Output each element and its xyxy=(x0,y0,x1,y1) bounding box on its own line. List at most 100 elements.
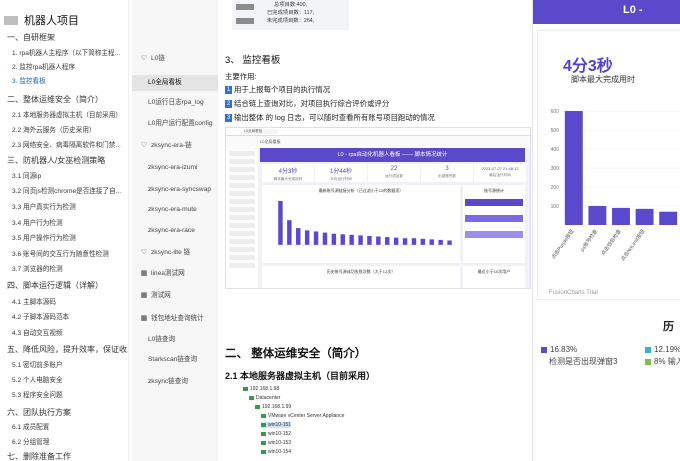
outline-item[interactable]: 2.2 海外云服务（历史采用） xyxy=(12,126,96,136)
sidebar-item[interactable]: zksync-era-syncswap xyxy=(132,182,218,198)
outline-item[interactable]: 3.6 账号间的交互行为随意性检测 xyxy=(12,250,109,260)
history-panel: 历史账号源成功失败次数（大于12次） xyxy=(262,266,460,288)
sidebar-item[interactable]: zksync-era-izumi xyxy=(132,160,218,176)
side-panel: 账号源统计 xyxy=(463,185,525,263)
tree-node: 192.168.1.98 xyxy=(243,386,279,392)
outline-item[interactable]: 1. rpa机器人主程序（以下简称主程... xyxy=(12,49,120,59)
outline-item[interactable]: 3.2 同页js检测chrome是否连接了自... xyxy=(12,187,121,197)
sidebar-item[interactable]: Starkscan链查询 xyxy=(132,352,218,368)
outline-item[interactable]: 2. 监控rpa机器人程序 xyxy=(12,63,75,73)
chart-bar xyxy=(447,240,452,245)
outline-item[interactable]: 5.2 个人电脑安全 xyxy=(12,376,63,386)
grid-icon: ▦ xyxy=(140,270,148,277)
sidebar-item[interactable]: L0用户运行配置config xyxy=(132,116,218,132)
outline-item[interactable]: 3.5 用户操作行为检测 xyxy=(12,234,76,244)
outline-item[interactable]: 4.3 自动交互视频 xyxy=(12,329,63,339)
y-tick-label: 300 xyxy=(551,166,560,172)
outline-item[interactable]: 4.2 子脚本源码范本 xyxy=(12,313,69,323)
heart-icon: ♡ xyxy=(140,142,148,149)
document-outline: 机器人项目 一、自研框架 1. rpa机器人主程序（以下简称主程... 2. 监控r… xyxy=(0,0,129,461)
chart-bar xyxy=(588,206,607,225)
sidebar-item-label: L0链 xyxy=(151,55,165,62)
legend-item: 8% 输入 xyxy=(645,356,680,367)
sidebar-item[interactable]: zksync-era-race xyxy=(132,223,218,239)
sidebar-item-label: zksync-era-race xyxy=(148,227,195,234)
vm-icon xyxy=(255,404,260,409)
chart-bar xyxy=(296,228,301,245)
sidebar-item-label: Starkscan链查询 xyxy=(148,356,198,363)
vm-icon xyxy=(261,449,266,454)
sidebar-item-label: L0用户运行配置config xyxy=(148,120,213,127)
x-tick-label: 点击NoLimit按钮 xyxy=(619,228,646,262)
legend-swatch xyxy=(645,346,651,353)
sidebar-item[interactable]: ♡ zksync-lite 链 xyxy=(132,245,218,261)
dashboard-screenshot: L0全局看板 L0全局看板 L0 - rpa自动化机器人看板 —— 脚本情况统计… xyxy=(225,127,531,289)
side-panel-title: 账号源统计 xyxy=(484,188,504,193)
side-bar xyxy=(465,215,523,222)
outline-item[interactable]: 六、团队执行方案 xyxy=(7,408,71,418)
stat-card: 1分44秒 平均运行时间 xyxy=(315,164,367,182)
outline-item[interactable]: 3.1 同源ip xyxy=(12,172,41,182)
outline-item[interactable]: 4.1 主脚本源码 xyxy=(12,298,56,308)
sidebar-item[interactable]: ▦ 测试网 xyxy=(132,288,218,304)
outline-item[interactable]: 二、整体运维安全（简介） xyxy=(7,95,103,105)
outline-item[interactable]: 3.4 用户行为检测 xyxy=(12,219,63,229)
dashboard-banner: L0 - rpa自动化机器人看板 —— 脚本情况统计 xyxy=(260,148,525,162)
stat-card: 3 出错账号数 xyxy=(421,164,473,182)
sidebar-item[interactable]: zksync链查询 xyxy=(132,374,218,390)
outline-item[interactable]: 五、降低风险，提升效率，保证收... xyxy=(7,345,128,355)
x-tick-label: 点击Purple按钮 xyxy=(550,228,576,260)
number-badge: 2 xyxy=(225,100,232,109)
outline-item[interactable]: 七、删除准备工作 xyxy=(7,452,71,461)
chart-bar xyxy=(393,237,399,245)
outline-item[interactable]: 6.1 成员配置 xyxy=(12,423,49,433)
x-tick-label: 点击钱包检查 xyxy=(600,228,623,257)
y-tick-label: 200 xyxy=(551,185,560,191)
outline-item[interactable]: 四、脚本运行逻辑（详解） xyxy=(7,281,103,291)
sidebar-item[interactable]: L0链查询 xyxy=(132,332,218,348)
outline-item[interactable]: 3. 监控看板 xyxy=(12,77,46,87)
right-dashboard-panel: L0 - 100 200 300 400 500 600 点击Purple按钮 ps账号检查点… xyxy=(532,0,680,461)
x-tick-label: ps账号检查 xyxy=(579,228,599,253)
outline-item[interactable]: 2.3 网络安全、病毒隔离软件和门禁... xyxy=(12,141,121,151)
sidebar-item[interactable]: ♡ zksync-era-链 xyxy=(132,138,218,154)
outline-item[interactable]: 3.7 浏览器的检测 xyxy=(12,265,63,275)
recent-title: 最近小于10次用户 xyxy=(477,269,511,274)
doc-icon xyxy=(4,15,18,25)
outline-item[interactable]: 5.3 程序安全问题 xyxy=(12,391,63,401)
section-heading: 二、 整体运维安全（简介） xyxy=(225,348,367,360)
grid-icon: ▦ xyxy=(140,292,148,299)
sidebar-item[interactable]: ▦ 钱包地址查询统计 xyxy=(132,311,218,327)
sidebar-item[interactable]: ▦ linea测试网 xyxy=(132,266,218,282)
sidebar-item[interactable]: L0全局看板 xyxy=(132,75,218,91)
history-title: 历史账号源成功失败次数（大于12次） xyxy=(326,269,396,274)
outline-item[interactable]: 5.1 密切前多账户 xyxy=(12,361,63,371)
chart-bar xyxy=(402,238,408,245)
redaction-block xyxy=(236,4,254,10)
outline-item[interactable]: 6.2 分组管理 xyxy=(12,438,49,448)
tree-node: Datacenter xyxy=(249,395,280,401)
outline-title: 机器人项目 xyxy=(4,12,79,28)
fusioncharts-watermark: FusionCharts Trial xyxy=(549,290,598,296)
chart-bar xyxy=(367,235,372,245)
tree-node: win10-152 xyxy=(261,431,291,437)
heart-icon: ♡ xyxy=(140,249,148,256)
bullet-item: 1 用于上报每个项目的执行情况 xyxy=(225,85,331,95)
chart-bar xyxy=(304,230,310,245)
sidebar-item[interactable]: zksync-era-mute xyxy=(132,202,218,218)
vm-icon xyxy=(261,413,266,418)
sidebar-item-label: zksync-era-syncswap xyxy=(148,186,212,193)
outline-item[interactable]: 三、防机器人/女巫检测策略 xyxy=(7,156,105,166)
stat-card: 4分3秒 脚本最大完成用时 xyxy=(262,164,314,182)
right-header: L0 - xyxy=(533,0,680,24)
outline-item[interactable]: 2.1 本地服务器虚拟主机（目前采用） xyxy=(12,111,122,121)
sidebar-item-label: zksync-era-izumi xyxy=(148,164,198,171)
outline-item[interactable]: 3.3 用户真实行为检测 xyxy=(12,203,76,213)
outline-item[interactable]: 一、自研框架 xyxy=(7,33,55,43)
subsection-heading: 2.1 本地服务器虚拟主机（目前采用） xyxy=(225,371,376,381)
sidebar-item[interactable]: ♡ L0链 xyxy=(132,51,218,67)
paragraph: 主要作用: xyxy=(225,72,257,81)
sidebar-item-label: zksync-lite 链 xyxy=(151,249,191,256)
sidebar-item[interactable]: L0运行日志rpa_log xyxy=(132,95,218,111)
sidebar-item-label: zksync-era-mute xyxy=(148,206,197,213)
